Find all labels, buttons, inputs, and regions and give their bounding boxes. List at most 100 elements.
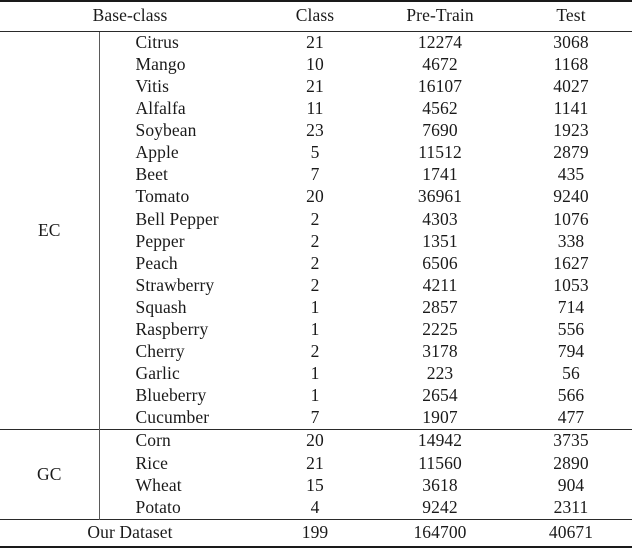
total-test-count: 40671 (510, 518, 632, 548)
total-class-count: 199 (260, 518, 370, 548)
class-count-cell: 2 (310, 341, 320, 362)
class-count-cell: 15 (306, 474, 324, 495)
pre-train-count-cell: 9242 (422, 496, 458, 517)
test-count-cell: 714 (557, 296, 585, 317)
base-class-cell: Pepper (135, 230, 185, 251)
class-count-cell: 20 (260, 429, 370, 453)
pre-train-count-cell: 11560 (418, 452, 462, 473)
group-label-gc: GC (0, 429, 100, 520)
pre-train-count-cell: 2225 (422, 319, 458, 340)
class-count-cell: 1 (310, 296, 320, 317)
table-body: EC Citrus 21 12274 3068 Mango 10 4672 1168 Vitis 2… (0, 31, 632, 548)
test-count-cell: 904 (557, 474, 585, 495)
column-header-class: Class (260, 0, 370, 32)
test-count-cell: 566 (557, 385, 585, 406)
total-row-label: Our Dataset (0, 518, 260, 548)
test-count-cell: 477 (557, 407, 585, 428)
base-class-cell: Strawberry (135, 274, 215, 295)
pre-train-count-cell: 12274 (417, 31, 463, 52)
test-count-cell: 1141 (553, 98, 589, 119)
base-class-cell: Cucumber (135, 407, 210, 428)
class-count-cell: 1 (310, 385, 320, 406)
class-count-cell: 2 (310, 274, 320, 295)
class-count-cell: 2 (310, 252, 320, 273)
class-count-cell: 1 (310, 363, 320, 384)
base-class-cell: Tomato (135, 186, 190, 207)
total-pre-train-count: 164700 (370, 518, 510, 548)
pre-train-count-cell: 223 (426, 363, 454, 384)
table-header: Base-class Class Pre-Train Test (0, 0, 632, 32)
base-class-cell: Potato (135, 496, 181, 517)
pre-train-count-cell: 1741 (422, 164, 458, 185)
base-class-cell: Blueberry (135, 385, 207, 406)
test-count-cell: 556 (557, 319, 585, 340)
class-count-cell: 10 (306, 53, 324, 74)
total-row: Our Dataset 199 164700 40671 (0, 518, 632, 548)
class-count-cell: 2 (310, 230, 320, 251)
base-class-cell: Wheat (135, 474, 182, 495)
column-header-pre-train: Pre-Train (370, 0, 510, 32)
class-count-cell: 11 (306, 98, 324, 119)
test-count-cell: 2311 (553, 496, 589, 517)
test-count-cell: 56 (562, 363, 580, 384)
base-class-cell: Citrus (135, 31, 179, 52)
base-class-cell: Raspberry (135, 319, 209, 340)
pre-train-count-cell: 3618 (422, 474, 458, 495)
base-class-cell: Corn (99, 429, 260, 453)
pre-train-count-cell: 4672 (422, 53, 458, 74)
pre-train-count-cell: 2654 (422, 385, 458, 406)
base-class-cell: Soybean (135, 120, 197, 141)
test-count-cell: 1076 (553, 208, 589, 229)
class-count-cell: 7 (310, 164, 320, 185)
test-count-cell: 3068 (553, 31, 589, 52)
class-count-cell: 2 (310, 208, 320, 229)
class-count-cell: 5 (310, 142, 320, 163)
pre-train-count-cell: 4562 (422, 98, 458, 119)
table-row: EC Citrus 21 12274 3068 (0, 31, 632, 430)
class-count-cell: 21 (306, 452, 324, 473)
base-class-cell: Mango (135, 53, 186, 74)
pre-train-count-cell: 2857 (422, 296, 458, 317)
test-count-cell: 2890 (553, 452, 589, 473)
test-count-cell: 2879 (553, 142, 589, 163)
test-count-cell: 1627 (553, 252, 589, 273)
test-count-cell: 1923 (553, 120, 589, 141)
pre-train-count-cell: 36961 (417, 186, 463, 207)
pre-train-count-cell: 1351 (422, 230, 458, 251)
table-container: Base-class Class Pre-Train Test EC Citrus… (0, 0, 640, 554)
test-count-cell: 338 (557, 230, 585, 251)
base-class-cell: Bell Pepper (135, 208, 219, 229)
class-count-cell: 4 (310, 496, 320, 517)
base-class-cell: Cherry (135, 341, 185, 362)
pre-train-count-cell: 4303 (422, 208, 458, 229)
test-count-cell: 1053 (553, 274, 589, 295)
base-class-cell: Beet (135, 164, 168, 185)
base-class-cell: Vitis (135, 75, 169, 96)
class-count-cell: 21 (306, 75, 324, 96)
test-count-cell: 794 (557, 341, 585, 362)
base-class-cell: Alfalfa (135, 98, 186, 119)
test-count-cell: 9240 (553, 186, 589, 207)
base-class-cell: Squash (135, 296, 187, 317)
pre-train-count-cell: 11512 (418, 142, 462, 163)
pre-train-count-cell: 3178 (422, 341, 458, 362)
group-label-ec: EC (0, 31, 100, 430)
class-count-cell: 7 (310, 407, 320, 428)
class-count-cell: 1 (310, 319, 320, 340)
table-row: GC Corn 20 14942 3735 (0, 429, 632, 520)
base-class-cell: Peach (135, 252, 178, 273)
pre-train-count-cell: 14942 (370, 429, 510, 453)
dataset-table: Base-class Class Pre-Train Test EC Citrus… (0, 0, 632, 548)
pre-train-count-cell: 1907 (422, 407, 458, 428)
test-count-cell: 4027 (553, 75, 589, 96)
pre-train-count-cell: 7690 (422, 120, 458, 141)
test-count-cell: 1168 (553, 53, 589, 74)
column-header-base-class: Base-class (0, 0, 260, 32)
test-count-cell: 3735 (510, 429, 632, 453)
test-count-cell: 435 (557, 164, 585, 185)
class-count-cell: 20 (306, 186, 324, 207)
class-count-cell: 23 (306, 120, 324, 141)
pre-train-count-cell: 4211 (422, 274, 458, 295)
pre-train-count-cell: 6506 (422, 252, 458, 273)
base-class-cell: Garlic (135, 363, 180, 384)
